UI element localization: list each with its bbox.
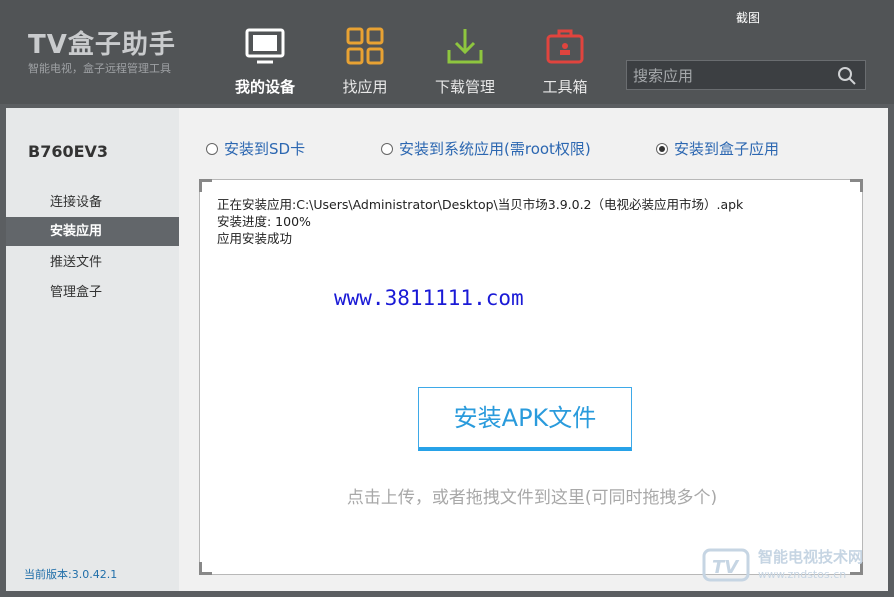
radio-label: 安装到盒子应用 <box>674 140 780 158</box>
tab-label: 下载管理 <box>434 78 495 96</box>
log-line-path: 正在安装应用:C:\Users\Administrator\Desktop\当贝… <box>217 197 744 212</box>
sidebar-item-connect-device[interactable]: 连接设备 <box>6 188 179 217</box>
screenshot-button[interactable]: 截图 <box>736 9 760 26</box>
overlay-url-text: www.3811111.com <box>334 286 524 310</box>
radio-circle[interactable] <box>206 143 218 155</box>
site-watermark-url: www.zndstos.cn <box>758 568 847 581</box>
search-box <box>626 60 866 90</box>
sidebar-item-install-app[interactable]: 安装应用 <box>6 217 179 246</box>
sidebar: B760EV3 连接设备 安装应用 推送文件 管理盒子 当前版本:3.0.42.… <box>6 108 179 591</box>
sidebar-item-manage-box[interactable]: 管理盒子 <box>6 278 179 307</box>
drop-hint-text: 点击上传，或者拖拽文件到这里(可同时拖拽多个) <box>346 488 718 508</box>
svg-text:TV: TV <box>712 557 740 578</box>
grid-icon <box>345 26 385 66</box>
app-logo-subtitle: 智能电视，盒子远程管理工具 <box>28 62 171 75</box>
radio-label: 安装到系统应用(需root权限) <box>399 140 591 158</box>
toolbox-icon <box>545 26 585 66</box>
radio-install-sd-card[interactable]: 安装到SD卡 <box>206 138 305 159</box>
tab-my-devices[interactable]: 我的设备 <box>220 26 310 98</box>
radio-install-box-app[interactable]: 安装到盒子应用 <box>656 138 779 159</box>
version-label: 当前版本:3.0.42.1 <box>24 568 118 581</box>
radio-circle[interactable] <box>381 143 393 155</box>
search-input[interactable] <box>631 64 830 88</box>
search-icon[interactable] <box>837 66 857 86</box>
device-name: B760EV3 <box>28 142 109 161</box>
tv-icon <box>245 26 285 66</box>
log-line-status: 应用安装成功 <box>217 231 293 246</box>
tab-download-manager[interactable]: 下载管理 <box>420 26 510 98</box>
download-icon <box>445 26 485 66</box>
corner-mark <box>199 562 212 575</box>
radio-install-system-app[interactable]: 安装到系统应用(需root权限) <box>381 138 591 159</box>
radio-label: 安装到SD卡 <box>224 140 306 158</box>
drop-zone[interactable]: 正在安装应用:C:\Users\Administrator\Desktop\当贝… <box>199 179 863 575</box>
site-watermark: TV 智能电视技术网 www.zndstos.cn <box>700 540 890 590</box>
main-content: 安装到SD卡 安装到系统应用(需root权限) 安装到盒子应用 正在安装应用:C… <box>179 108 888 591</box>
tab-label: 工具箱 <box>542 78 588 96</box>
site-watermark-title: 智能电视技术网 <box>758 548 864 566</box>
install-apk-button[interactable]: 安装APK文件 <box>418 387 632 451</box>
tab-label: 找应用 <box>342 78 388 96</box>
install-log: 正在安装应用:C:\Users\Administrator\Desktop\当贝… <box>217 196 743 247</box>
top-header: TV盒子助手 智能电视，盒子远程管理工具 我的设备 找应用 下载管理 工具箱 截… <box>0 0 894 104</box>
corner-mark <box>199 179 212 192</box>
radio-circle[interactable] <box>656 143 668 155</box>
tab-label: 我的设备 <box>234 78 295 96</box>
tab-toolbox[interactable]: 工具箱 <box>520 26 610 98</box>
app-logo: TV盒子助手 <box>28 30 176 60</box>
corner-mark <box>850 179 863 192</box>
sidebar-item-push-file[interactable]: 推送文件 <box>6 248 179 277</box>
tab-find-apps[interactable]: 找应用 <box>320 26 410 98</box>
tv-logo-icon: TV <box>702 548 750 582</box>
log-line-progress: 安装进度: 100% <box>217 214 311 229</box>
